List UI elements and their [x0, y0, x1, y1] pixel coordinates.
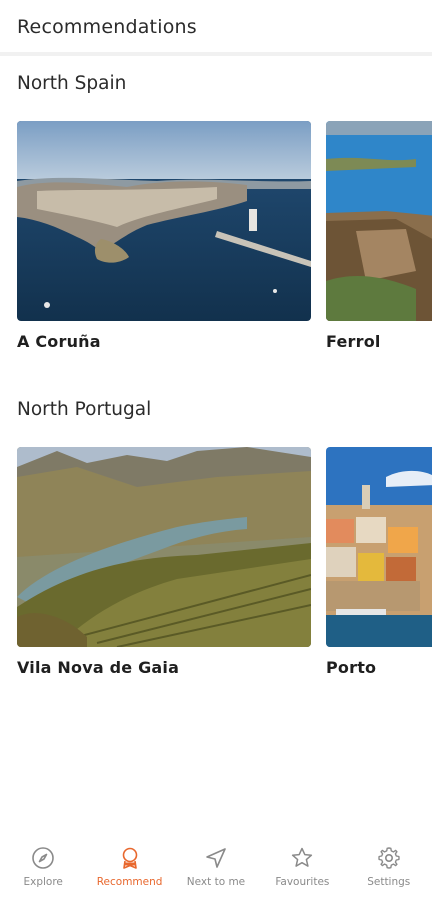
- nav-item-settings[interactable]: Settings: [346, 844, 432, 888]
- destination-image-ferrol[interactable]: [326, 121, 432, 321]
- nav-item-next-to-me[interactable]: Next to me: [173, 844, 259, 888]
- destination-card-vila-nova-de-gaia[interactable]: Vila Nova de Gaia: [17, 447, 311, 677]
- destination-card-ferrol[interactable]: Ferrol: [326, 121, 432, 351]
- nav-label: Settings: [367, 876, 411, 888]
- star-icon: [288, 844, 316, 872]
- destination-label: Ferrol: [326, 332, 381, 351]
- destination-image-a-coruna[interactable]: [17, 121, 311, 321]
- nav-item-recommend[interactable]: Recommend: [87, 844, 173, 888]
- top-app-bar: Recommendations: [0, 0, 432, 56]
- nav-label: Explore: [23, 876, 63, 888]
- destination-image-porto[interactable]: [326, 447, 432, 647]
- bottom-navigation: Explore Recommend Next to me Favourites …: [0, 844, 432, 900]
- section-title-north-spain: North Spain: [17, 73, 127, 94]
- destination-image-vila-nova-de-gaia[interactable]: [17, 447, 311, 647]
- card-carousel-north-portugal[interactable]: Vila Nova de Gaia Porto: [0, 447, 432, 677]
- gear-icon: [375, 844, 403, 872]
- nav-label: Recommend: [96, 876, 163, 888]
- navigation-arrow-icon: [202, 844, 230, 872]
- nav-label: Next to me: [186, 876, 246, 888]
- app-screen: Recommendations North Spain A Coruña Fer…: [0, 0, 432, 900]
- destination-card-porto[interactable]: Porto: [326, 447, 432, 677]
- compass-icon: [29, 844, 57, 872]
- destination-label: Vila Nova de Gaia: [17, 658, 180, 677]
- card-carousel-north-spain[interactable]: A Coruña Ferrol: [0, 121, 432, 351]
- porto-photo: [326, 447, 432, 647]
- ribbon-badge-icon: [116, 844, 144, 872]
- section-title-north-portugal: North Portugal: [17, 399, 152, 420]
- destination-label: A Coruña: [17, 332, 101, 351]
- nav-item-favourites[interactable]: Favourites: [259, 844, 345, 888]
- destination-label: Porto: [326, 658, 377, 677]
- destination-card-a-coruna[interactable]: A Coruña: [17, 121, 311, 351]
- nav-item-explore[interactable]: Explore: [0, 844, 86, 888]
- page-title: Recommendations: [17, 16, 197, 38]
- vila-nova-de-gaia-photo: [17, 447, 311, 647]
- ferrol-photo: [326, 121, 432, 321]
- a-coruna-photo: [17, 121, 311, 321]
- nav-label: Favourites: [275, 876, 330, 888]
